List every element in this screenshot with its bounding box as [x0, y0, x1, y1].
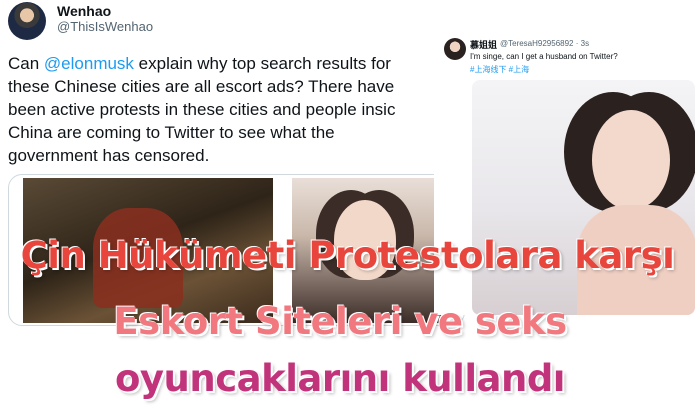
author-handle[interactable]: @TeresaH92956892 · 3s: [500, 39, 589, 48]
tweet-text-line: government has censored.: [8, 146, 210, 165]
mention-link[interactable]: @elonmusk: [44, 54, 134, 73]
author-name[interactable]: Wenhao: [57, 3, 111, 19]
tweet-text-line: these Chinese cities are all escort ads?…: [8, 77, 395, 96]
left-tweet: Wenhao @ThisIsWenhao Can @elonmusk expla…: [0, 0, 470, 330]
author-avatar[interactable]: [444, 38, 466, 60]
headline-line-2: Eskort Siteleri ve seks: [113, 300, 567, 343]
headline-line-3: oyuncaklarını kullandı: [114, 357, 566, 400]
tweet-text-line: China are coming to Twitter to see what …: [8, 123, 335, 142]
headline-line-1: Çin Hükümeti Protestolara karşı: [20, 234, 675, 277]
tweet-text-line: been active protests in these cities and…: [8, 100, 396, 119]
tweet-text-line: Can @elonmusk explain why top search res…: [8, 54, 391, 73]
tweet-photo[interactable]: [472, 80, 695, 315]
author-handle[interactable]: @ThisIsWenhao: [57, 19, 153, 34]
author-name[interactable]: 慕姐姐: [470, 38, 497, 51]
tweet-text: I'm singe, can I get a husband on Twitte…: [470, 52, 618, 61]
author-avatar[interactable]: [8, 2, 46, 40]
hashtag-links[interactable]: #上海线下 #上海: [470, 64, 529, 75]
tweet-text: Can @elonmusk explain why top search res…: [8, 52, 463, 172]
